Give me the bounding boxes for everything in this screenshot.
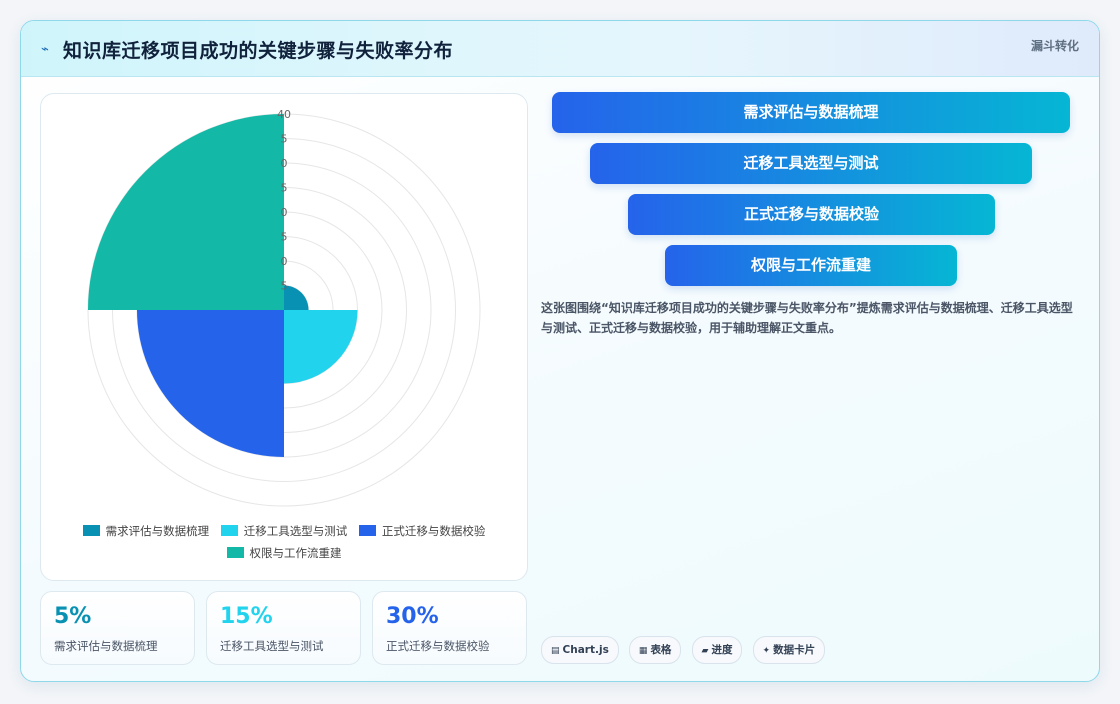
stat-label: 正式迁移与数据校验 xyxy=(386,639,490,653)
description: 这张图围绕“知识库迁移项目成功的关键步骤与失败率分布”提炼需求评估与数据梳理、迁… xyxy=(541,301,1073,335)
table-icon: ▦ xyxy=(638,646,648,656)
r-tick-label: 5 xyxy=(281,133,288,146)
chip-label: 表格 xyxy=(650,644,672,656)
r-tick-label: 0 xyxy=(281,206,288,219)
card-icon: ✦ xyxy=(762,646,771,656)
chip-data-card[interactable]: ✦ 数据卡片 xyxy=(752,636,826,664)
legend-label: 正式迁移与数据校验 xyxy=(381,524,486,538)
chip-chartjs[interactable]: ▤ Chart.js xyxy=(541,636,619,664)
polar-slice xyxy=(284,310,358,384)
r-tick-label: 5 xyxy=(281,231,288,244)
r-tick-label: 5 xyxy=(281,280,288,293)
polar-slice xyxy=(88,114,284,310)
funnel-step: 迁移工具选型与测试 xyxy=(590,143,1032,184)
funnel-step: 正式迁移与数据校验 xyxy=(628,194,995,235)
chip-label: Chart.js xyxy=(562,644,609,656)
funnel-step: 需求评估与数据梳理 xyxy=(552,92,1070,133)
polar-slice xyxy=(284,285,309,310)
pulse-icon: ⌁ xyxy=(41,42,49,57)
stat-value: 30% xyxy=(386,604,439,629)
main-card: ⌁ 知识库迁移项目成功的关键步骤与失败率分布 漏斗转化 5 0 5 0 5 0 5 40 需求… xyxy=(20,20,1100,682)
legend-label: 需求评估与数据梳理 xyxy=(105,524,210,538)
legend-swatch xyxy=(82,525,100,536)
legend-item[interactable]: 需求评估与数据梳理 xyxy=(82,520,210,542)
chart-panel: 5 0 5 0 5 0 5 40 需求评估与数据梳理 迁移工具选型与测试 正式迁移与数据校验 … xyxy=(40,93,528,581)
polar-area-chart: 5 0 5 0 5 0 5 40 xyxy=(87,108,481,507)
stat-card: 30% 正式迁移与数据校验 xyxy=(372,591,527,665)
legend-item[interactable]: 正式迁移与数据校验 xyxy=(358,520,486,542)
chip-table[interactable]: ▦ 表格 xyxy=(628,636,682,664)
stat-label: 迁移工具选型与测试 xyxy=(220,639,324,653)
legend-swatch xyxy=(358,525,376,536)
polar-slice xyxy=(137,310,284,457)
legend-label: 权限与工作流重建 xyxy=(249,546,342,560)
stat-value: 15% xyxy=(220,604,273,629)
stat-card: 5% 需求评估与数据梳理 xyxy=(40,591,195,665)
tech-chips: ▤ Chart.js ▦ 表格 ▰ 进度 ✦ 数据卡片 xyxy=(541,636,830,664)
chip-label: 进度 xyxy=(711,644,733,656)
legend-swatch xyxy=(220,525,238,536)
stat-card: 15% 迁移工具选型与测试 xyxy=(206,591,361,665)
r-tick-label: 0 xyxy=(281,157,288,170)
chip-progress[interactable]: ▰ 进度 xyxy=(691,636,743,664)
legend-item[interactable]: 迁移工具选型与测试 xyxy=(220,520,348,542)
legend-label: 迁移工具选型与测试 xyxy=(243,524,348,538)
page-title: 知识库迁移项目成功的关键步骤与失败率分布 xyxy=(63,40,454,62)
r-tick-label: 0 xyxy=(281,255,288,268)
r-tick-label: 40 xyxy=(277,108,291,121)
chip-label: 数据卡片 xyxy=(773,644,816,656)
progress-icon: ▰ xyxy=(701,646,709,656)
funnel-tag: 漏斗转化 xyxy=(1030,39,1079,53)
header: ⌁ 知识库迁移项目成功的关键步骤与失败率分布 漏斗转化 xyxy=(21,21,1099,77)
stat-label: 需求评估与数据梳理 xyxy=(54,639,158,653)
r-tick-label: 5 xyxy=(281,182,288,195)
stat-value: 5% xyxy=(54,604,92,629)
legend-item[interactable]: 权限与工作流重建 xyxy=(226,542,342,564)
legend-swatch xyxy=(226,547,244,558)
funnel-step: 权限与工作流重建 xyxy=(665,245,957,286)
chart-icon: ▤ xyxy=(551,646,560,656)
chart-legend: 需求评估与数据梳理 迁移工具选型与测试 正式迁移与数据校验 权限与工作流重建 xyxy=(41,520,527,564)
